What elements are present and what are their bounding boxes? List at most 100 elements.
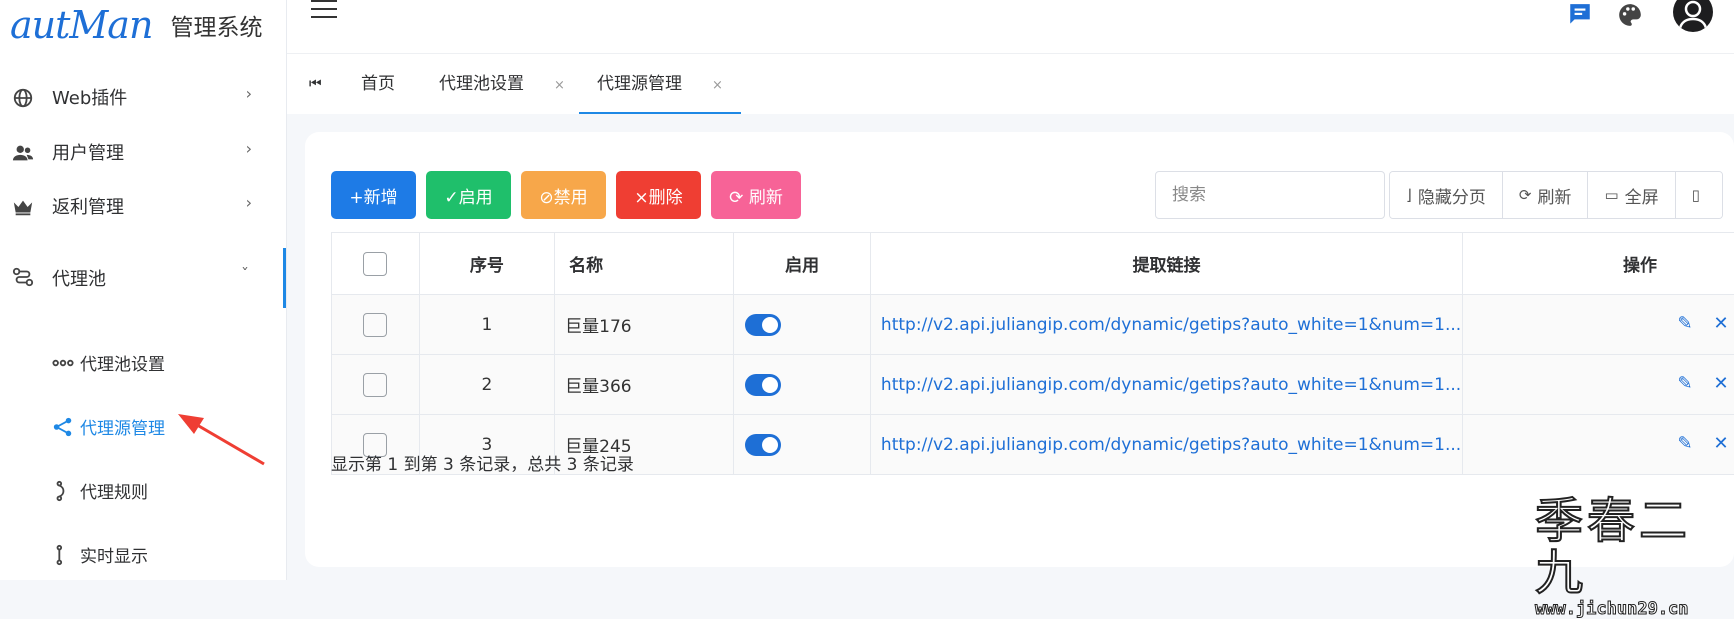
pagination-icon: ⌋ (1406, 186, 1412, 204)
user-avatar[interactable] (1673, 0, 1713, 32)
sidebar-subitem-label: 代理规则 (80, 478, 148, 503)
logo-script: autMan (10, 8, 152, 42)
row-checkbox[interactable] (363, 373, 387, 397)
route-icon (12, 266, 34, 288)
sidebar-item-label: 用户管理 (52, 139, 124, 165)
logo: autMan 管理系统 (10, 0, 262, 42)
first-page-icon[interactable]: ⏮ (309, 54, 322, 114)
globe-icon (12, 87, 34, 109)
sidebar-item-proxy-pool[interactable]: 代理池 ˇ (0, 248, 286, 308)
content-card: +新增 ✓启用 ⊘禁用 ×删除 ⟳ 刷新 ⌋ 隐藏分页 ⟳刷新 ▭ 全屏 ▯ 序号 … (305, 132, 1734, 567)
row-enabled-cell (734, 415, 871, 475)
edit-icon[interactable]: ✎ (1678, 313, 1693, 334)
vertical-dots-icon (52, 544, 74, 566)
table-row: 2 巨量366 http://v2.api.juliangip.com/dyna… (332, 355, 1734, 415)
table-refresh-button[interactable]: ⟳刷新 (1503, 172, 1589, 218)
delete-icon[interactable]: ✕ (1714, 313, 1729, 334)
annotation-arrow (172, 410, 272, 470)
row-index: 1 (419, 295, 555, 355)
pagination-summary: 显示第 1 到第 3 条记录，总共 3 条记录 (331, 450, 634, 475)
row-checkbox[interactable] (363, 313, 387, 337)
sidebar-subitem-label: 代理池设置 (80, 350, 165, 375)
sidebar-item-web-plugins[interactable]: Web插件 › (0, 67, 286, 127)
tab-bar: ⏮ 首页 代理池设置 × 代理源管理 × (287, 54, 1734, 114)
row-actions: ✎ ✕ (1463, 355, 1734, 415)
sidebar-subitem-proxy-rules[interactable]: 代理规则 (0, 462, 286, 518)
edit-icon[interactable]: ✎ (1678, 433, 1693, 454)
row-enabled-cell (734, 295, 871, 355)
rule-path-icon (52, 480, 74, 502)
monitor-icon: ▭ (1604, 186, 1618, 204)
share-nodes-icon (52, 416, 74, 438)
row-select-cell (332, 295, 420, 355)
disable-button[interactable]: ⊘禁用 (521, 171, 606, 219)
hide-pagination-label: 隐藏分页 (1418, 183, 1486, 208)
palette-icon[interactable] (1617, 2, 1643, 28)
col-link[interactable]: 提取链接 (870, 233, 1462, 295)
select-all-checkbox[interactable] (363, 252, 387, 276)
close-icon[interactable]: × (712, 78, 723, 93)
sidebar-subitem-proxy-pool-settings[interactable]: 代理池设置 (0, 334, 286, 390)
proxy-source-table: 序号 名称 启用 提取链接 操作 1 巨量176 http://v2.api.j… (331, 232, 1734, 475)
row-index: 2 (419, 355, 555, 415)
fullscreen-label: 全屏 (1625, 183, 1659, 208)
table-tools: ⌋ 隐藏分页 ⟳刷新 ▭ 全屏 ▯ (1389, 171, 1723, 219)
sidebar-subitem-label: 代理源管理 (80, 414, 165, 439)
table-refresh-label: 刷新 (1537, 183, 1571, 208)
app-title: 管理系统 (170, 14, 262, 42)
search-input[interactable] (1155, 171, 1385, 219)
refresh-button[interactable]: ⟳ 刷新 (711, 171, 801, 219)
sidebar: autMan 管理系统 Web插件 › 用户管理 › 返利管理 › 代理池 ˇ … (0, 0, 287, 580)
col-enabled[interactable]: 启用 (734, 233, 871, 295)
col-index[interactable]: 序号 (419, 233, 555, 295)
top-header (287, 0, 1734, 54)
col-actions: 操作 (1463, 233, 1734, 295)
watermark-title: 季春二九 (1535, 495, 1734, 599)
hide-pagination-button[interactable]: ⌋ 隐藏分页 (1390, 172, 1503, 218)
columns-icon: ▯ (1692, 186, 1700, 204)
add-button[interactable]: +新增 (331, 171, 416, 219)
enable-button[interactable]: ✓启用 (426, 171, 511, 219)
row-link[interactable]: http://v2.api.juliangip.com/dynamic/geti… (870, 295, 1462, 355)
tab-label: 代理池设置 (439, 74, 524, 94)
chevron-right-icon: › (246, 84, 252, 103)
close-icon[interactable]: × (554, 78, 565, 93)
sidebar-item-label: 返利管理 (52, 193, 124, 219)
col-actions-label: 操作 (1623, 256, 1657, 276)
row-name: 巨量366 (555, 355, 734, 415)
enabled-toggle[interactable] (745, 434, 781, 456)
tab-label: 代理源管理 (597, 74, 682, 94)
table-header-row: 序号 名称 启用 提取链接 操作 (332, 233, 1734, 295)
delete-icon[interactable]: ✕ (1714, 373, 1729, 394)
tab-home[interactable]: 首页 (361, 54, 395, 114)
menu-toggle-icon[interactable] (311, 0, 337, 20)
row-select-cell (332, 355, 420, 415)
row-link[interactable]: http://v2.api.juliangip.com/dynamic/geti… (870, 415, 1462, 475)
tab-proxy-source[interactable]: 代理源管理 × (579, 54, 741, 114)
dots-line-icon (52, 352, 74, 374)
enabled-toggle[interactable] (745, 374, 781, 396)
sidebar-subitem-label: 实时显示 (80, 542, 148, 567)
chevron-down-icon: ˇ (241, 265, 249, 284)
col-name[interactable]: 名称 (555, 233, 734, 295)
columns-button[interactable]: ▯ (1676, 172, 1722, 218)
row-link[interactable]: http://v2.api.juliangip.com/dynamic/geti… (870, 355, 1462, 415)
sidebar-item-rebate[interactable]: 返利管理 › (0, 176, 286, 236)
chevron-right-icon: › (246, 139, 252, 158)
enabled-toggle[interactable] (745, 314, 781, 336)
edit-icon[interactable]: ✎ (1678, 373, 1693, 394)
delete-button[interactable]: ×删除 (616, 171, 701, 219)
row-enabled-cell (734, 355, 871, 415)
fullscreen-button[interactable]: ▭ 全屏 (1588, 172, 1675, 218)
delete-icon[interactable]: ✕ (1714, 433, 1729, 454)
row-actions: ✎ ✕ (1463, 295, 1734, 355)
chat-icon[interactable] (1567, 2, 1593, 28)
row-actions: ✎ ✕ (1463, 415, 1734, 475)
sidebar-subitem-realtime[interactable]: 实时显示 (0, 526, 286, 582)
crown-icon (12, 196, 34, 218)
tab-label: 首页 (361, 74, 395, 94)
chevron-right-icon: › (246, 193, 252, 212)
tab-proxy-pool-settings[interactable]: 代理池设置 × (439, 54, 565, 114)
sidebar-item-users[interactable]: 用户管理 › (0, 122, 286, 182)
row-name: 巨量176 (555, 295, 734, 355)
